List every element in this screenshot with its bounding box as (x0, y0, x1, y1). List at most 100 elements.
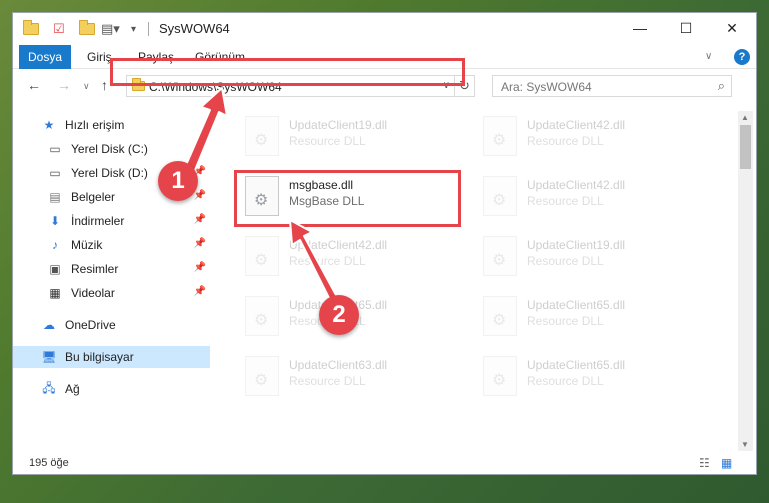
scroll-down-icon[interactable]: ▼ (741, 440, 749, 449)
dll-file-icon (483, 296, 517, 336)
dll-file-icon (245, 236, 279, 276)
close-button[interactable]: ✕ (709, 13, 755, 43)
details-view-icon[interactable]: ☷ (699, 456, 710, 470)
back-arrow-icon[interactable]: ← (27, 77, 41, 93)
help-icon[interactable]: ? (734, 49, 750, 65)
file-name: UpdateClient42.dll (527, 118, 626, 132)
address-bar-highlight (110, 58, 465, 86)
sidebar-item-label: Resimler (71, 262, 119, 276)
new-folder-icon[interactable] (79, 20, 95, 38)
sidebar-item-videos[interactable]: ▦ Videolar 📌 (13, 282, 210, 304)
drive-icon: ▭ (49, 166, 61, 180)
file-description: Resource DLL (289, 374, 366, 388)
sidebar-item-label: Yerel Disk (C:) (71, 142, 148, 156)
file-name: UpdateClient19.dll (289, 118, 388, 132)
sidebar-item-label: Bu bilgisayar (65, 350, 134, 364)
file-description: Resource DLL (527, 314, 604, 328)
file-item[interactable]: UpdateClient19.dll Resource DLL (475, 232, 705, 280)
item-count: 195 öğe (29, 457, 69, 469)
dll-file-icon (483, 356, 517, 396)
file-description: Resource DLL (527, 374, 604, 388)
file-item[interactable]: UpdateClient42.dll Resource DLL (475, 112, 705, 160)
file-description: Resource DLL (527, 254, 604, 268)
file-name: UpdateClient19.dll (527, 238, 626, 252)
file-item[interactable]: UpdateClient63.dll Resource DLL (237, 352, 467, 400)
sidebar-item-music[interactable]: ♪ Müzik 📌 (13, 234, 210, 256)
picture-icon: ▣ (49, 262, 61, 276)
sidebar-item-onedrive[interactable]: ☁ OneDrive (13, 314, 210, 336)
search-box[interactable]: Ara: SysWOW64 ⌕ (492, 75, 732, 97)
star-icon: ★ (43, 118, 55, 132)
pin-icon[interactable]: 📌 (194, 238, 206, 249)
dll-file-icon (245, 356, 279, 396)
forward-arrow-icon[interactable]: → (57, 77, 71, 93)
file-name: UpdateClient42.dll (289, 238, 388, 252)
scroll-up-icon[interactable]: ▲ (741, 113, 749, 122)
pin-icon[interactable]: 📌 (194, 262, 206, 273)
window-title: SysWOW64 (159, 21, 230, 36)
pin-icon[interactable]: 📌 (194, 214, 206, 225)
view-options-icon[interactable]: ▤▾ (101, 20, 120, 38)
cloud-icon: ☁ (43, 318, 55, 332)
computer-icon: 🖥 (41, 350, 57, 364)
file-description: Resource DLL (289, 134, 366, 148)
expand-ribbon-icon[interactable]: ∨ (705, 45, 712, 69)
title-bar: ☑ ▤▾ ▾ SysWOW64 — ☐ ✕ (13, 13, 756, 45)
file-item[interactable]: UpdateClient65.dll Resource DLL (475, 292, 705, 340)
sidebar-item-quick-access[interactable]: ★ Hızlı erişim (13, 114, 210, 136)
file-description: Resource DLL (289, 254, 366, 268)
search-icon[interactable]: ⌕ (718, 78, 725, 94)
title-separator (148, 22, 149, 36)
sidebar-item-label: Ağ (65, 382, 80, 396)
file-item[interactable]: UpdateClient42.dll Resource DLL (237, 232, 467, 280)
dll-file-icon (483, 176, 517, 216)
download-icon: ⬇ (49, 214, 61, 228)
up-arrow-icon[interactable]: ↑ (101, 77, 108, 93)
search-placeholder: Ara: SysWOW64 (501, 80, 592, 94)
sidebar-item-this-pc[interactable]: 🖥 Bu bilgisayar (13, 346, 210, 368)
sidebar-item-drive-c[interactable]: ▭ Yerel Disk (C:) (13, 138, 210, 160)
dll-file-icon (245, 296, 279, 336)
sidebar-item-label: OneDrive (65, 318, 116, 332)
sidebar-item-label: Hızlı erişim (65, 118, 125, 132)
recent-locations-icon[interactable]: ∨ (83, 81, 90, 92)
vertical-scrollbar[interactable]: ▲ ▼ (738, 111, 753, 451)
file-name: UpdateClient65.dll (527, 298, 626, 312)
sidebar-item-label: Yerel Disk (D:) (71, 166, 148, 180)
sidebar-item-downloads[interactable]: ⬇ İndirmeler 📌 (13, 210, 210, 232)
folder-icon (23, 20, 39, 38)
file-item[interactable]: UpdateClient19.dll Resource DLL (237, 112, 467, 160)
sidebar-item-label: İndirmeler (71, 214, 125, 228)
file-description: Resource DLL (527, 134, 604, 148)
file-name: UpdateClient42.dll (527, 178, 626, 192)
tab-home[interactable]: Giriş (87, 45, 112, 69)
file-description: Resource DLL (527, 194, 604, 208)
tab-file[interactable]: Dosya (19, 45, 72, 69)
dll-file-icon (483, 116, 517, 156)
properties-icon[interactable]: ☑ (53, 20, 65, 38)
file-list: UpdateClient19.dll Resource DLL msgbase.… (217, 110, 737, 450)
document-icon: ▤ (49, 190, 61, 204)
video-icon: ▦ (49, 286, 61, 300)
pin-icon[interactable]: 📌 (194, 286, 206, 297)
maximize-button[interactable]: ☐ (663, 13, 709, 43)
sidebar-item-network[interactable]: 🖧 Ağ (13, 378, 210, 400)
scroll-thumb[interactable] (740, 125, 751, 169)
dll-file-icon (245, 116, 279, 156)
minimize-button[interactable]: — (617, 13, 663, 43)
file-item[interactable]: UpdateClient42.dll Resource DLL (475, 172, 705, 220)
sidebar-item-label: Belgeler (71, 190, 116, 204)
customize-quick-access-icon[interactable]: ▾ (131, 20, 136, 38)
file-item[interactable]: UpdateClient65.dll Resource DLL (475, 352, 705, 400)
sidebar-item-pictures[interactable]: ▣ Resimler 📌 (13, 258, 210, 280)
file-name: UpdateClient65.dll (527, 358, 626, 372)
music-icon: ♪ (52, 238, 58, 252)
drive-icon: ▭ (49, 142, 61, 156)
dll-file-icon (483, 236, 517, 276)
tiles-view-icon[interactable]: ▦ (721, 456, 732, 470)
pin-icon[interactable]: 📌 (194, 190, 206, 201)
step-2-badge: 2 (319, 295, 359, 335)
status-bar: 195 öğe ☷ ▦ (13, 453, 756, 475)
msgbase-file-highlight (234, 170, 461, 227)
file-name: UpdateClient63.dll (289, 358, 388, 372)
